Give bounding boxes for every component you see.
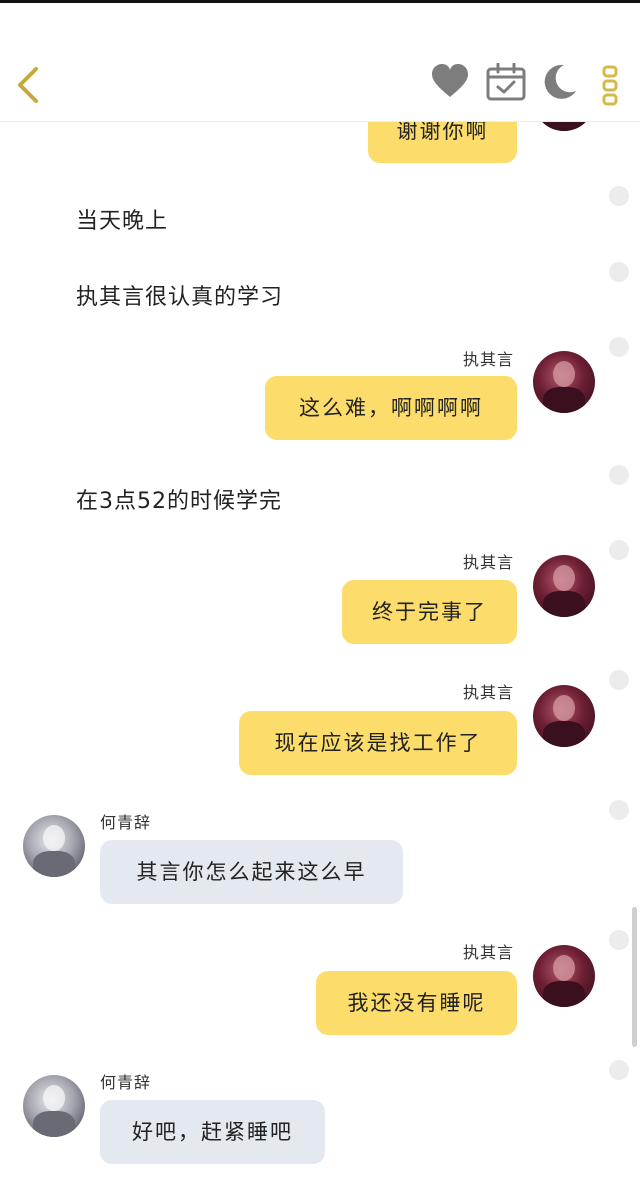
select-dot[interactable] xyxy=(609,465,629,485)
message-text: 其言你怎么起来这么早 xyxy=(136,860,367,884)
sender-name: 执其言 xyxy=(462,943,514,962)
message-text: 好吧，赶紧睡吧 xyxy=(132,1120,293,1144)
heart-icon[interactable] xyxy=(430,63,470,99)
narration-text: 执其言很认真的学习 xyxy=(76,285,284,310)
select-dot[interactable] xyxy=(609,670,629,690)
select-dot[interactable] xyxy=(609,262,629,282)
narration-text: 在3点52的时候学完 xyxy=(76,489,282,514)
message-text: 我还没有睡呢 xyxy=(347,991,486,1015)
message-bubble[interactable]: 现在应该是找工作了 xyxy=(239,711,517,775)
narration-text: 当天晚上 xyxy=(76,209,169,234)
select-dot[interactable] xyxy=(609,337,629,357)
select-dot[interactable] xyxy=(609,800,629,820)
select-dot[interactable] xyxy=(609,1060,629,1080)
sender-name: 何青辞 xyxy=(100,1073,152,1092)
sender-name: 执其言 xyxy=(462,553,514,572)
message-text: 现在应该是找工作了 xyxy=(274,731,482,755)
message-bubble[interactable]: 这么难，啊啊啊啊 xyxy=(265,376,517,440)
sender-name: 何青辞 xyxy=(100,813,152,832)
message-bubble[interactable]: 我还没有睡呢 xyxy=(316,971,517,1035)
more-icon[interactable] xyxy=(600,65,620,107)
message-text: 这么难，啊啊啊啊 xyxy=(299,396,483,420)
avatar[interactable] xyxy=(533,685,595,747)
chat-list[interactable]: 谢谢你啊 当天晚上 执其言很认真的学习 执其言 这么难，啊啊啊啊 在3点52的时… xyxy=(0,121,640,1189)
avatar[interactable] xyxy=(533,351,595,413)
message-text: 终于完事了 xyxy=(372,600,487,624)
select-dot[interactable] xyxy=(609,540,629,560)
message-bubble[interactable]: 其言你怎么起来这么早 xyxy=(100,840,403,904)
message-bubble[interactable]: 谢谢你啊 xyxy=(368,121,517,163)
message-bubble[interactable]: 终于完事了 xyxy=(342,580,517,644)
avatar[interactable] xyxy=(23,1075,85,1137)
select-dot[interactable] xyxy=(609,186,629,206)
back-icon[interactable] xyxy=(14,65,44,105)
chat-header xyxy=(0,3,640,122)
select-dot[interactable] xyxy=(609,930,629,950)
scrollbar[interactable] xyxy=(632,907,637,1047)
sender-name: 执其言 xyxy=(462,350,514,369)
message-text: 谢谢你啊 xyxy=(396,121,489,143)
calendar-icon[interactable] xyxy=(486,63,526,101)
message-bubble[interactable]: 好吧，赶紧睡吧 xyxy=(100,1100,325,1164)
avatar[interactable] xyxy=(533,555,595,617)
avatar[interactable] xyxy=(23,815,85,877)
avatar[interactable] xyxy=(533,945,595,1007)
moon-icon[interactable] xyxy=(540,63,578,101)
avatar[interactable] xyxy=(533,121,595,131)
sender-name: 执其言 xyxy=(462,683,514,702)
